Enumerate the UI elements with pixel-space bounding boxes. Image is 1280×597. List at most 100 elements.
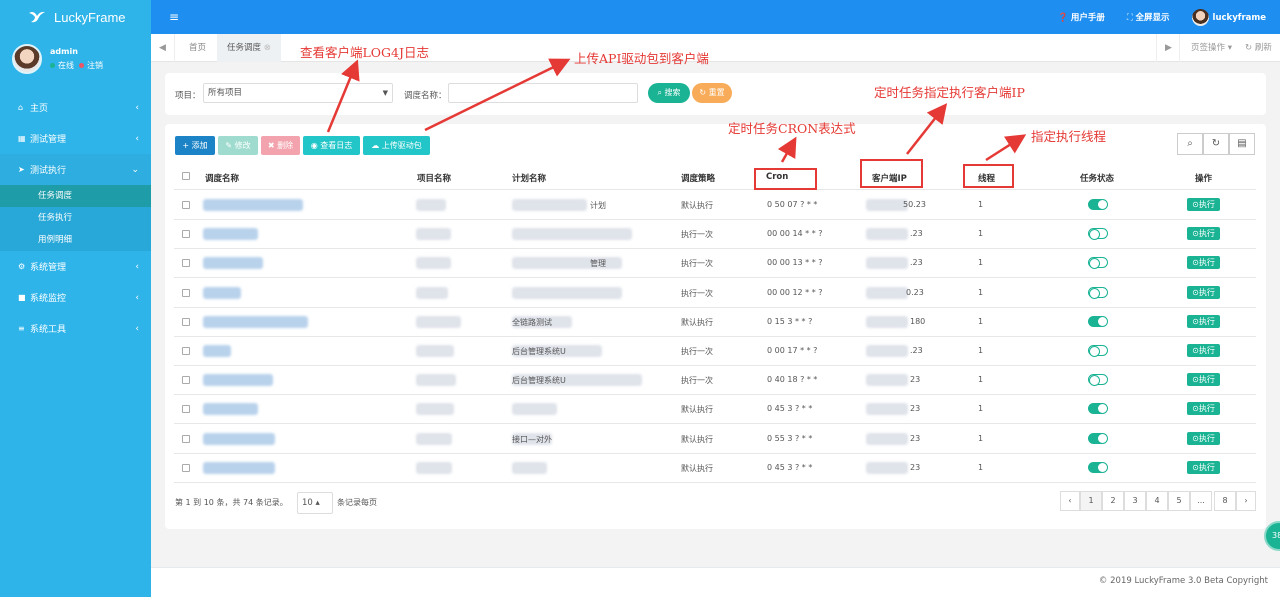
page-button[interactable]: 1 (1080, 491, 1102, 511)
row-checkbox[interactable] (182, 376, 190, 385)
menu-item-system-monitor[interactable]: ■ 系统监控 ‹ (0, 282, 151, 313)
submenu-item-task-execution[interactable]: 任务执行 (0, 207, 151, 229)
project-select[interactable]: 所有项目 ▼ (203, 83, 393, 103)
select-all-checkbox[interactable] (182, 172, 190, 180)
col-task-status[interactable]: 任务状态 (1080, 172, 1114, 184)
page-button[interactable]: 2 (1102, 491, 1124, 511)
col-plan-name[interactable]: 计划名称 (512, 172, 546, 184)
page-button[interactable]: ... (1190, 491, 1212, 511)
top-navbar: ≡ ❓ 用户手册 ⛶ 全屏显示 luckyframe (151, 0, 1280, 34)
execute-button[interactable]: ⊙执行 (1187, 198, 1220, 211)
col-project-name[interactable]: 项目名称 (417, 172, 451, 184)
fullscreen-button[interactable]: ⛶ 全屏显示 (1127, 11, 1170, 23)
page-button[interactable]: 8 (1214, 491, 1236, 511)
row-checkbox[interactable] (182, 405, 190, 414)
client-ip: 23 (910, 404, 921, 414)
page-button[interactable]: 4 (1146, 491, 1168, 511)
grid-icon: ▦ (18, 134, 26, 143)
page-ops-dropdown[interactable]: 页签操作 ▾ (1191, 34, 1232, 62)
row-checkbox[interactable] (182, 288, 190, 297)
col-action[interactable]: 操作 (1195, 172, 1212, 184)
strategy: 默认执行 (681, 317, 713, 327)
page-button[interactable]: 5 (1168, 491, 1190, 511)
execute-button[interactable]: ⊙执行 (1187, 460, 1220, 474)
online-status: 在线 (58, 61, 74, 70)
add-button[interactable]: + 添加 (175, 136, 215, 155)
client-ip: 23 (910, 462, 921, 472)
row-divider (174, 394, 1256, 396)
col-schedule-name[interactable]: 调度名称 (205, 172, 239, 184)
row-checkbox[interactable] (182, 317, 190, 326)
tab-task-schedule[interactable]: 任务调度 ⊗ (217, 34, 281, 62)
execute-button[interactable]: ⊙执行 (1187, 256, 1220, 270)
submenu-item-case-detail[interactable]: 用例明细 (0, 229, 151, 251)
delete-button[interactable]: ✖ 删除 (261, 136, 300, 155)
schedule-name-input[interactable] (448, 83, 638, 103)
execute-button[interactable]: ⊙执行 (1187, 373, 1220, 387)
hamburger-icon[interactable]: ≡ (169, 10, 179, 24)
row-checkbox[interactable] (182, 434, 190, 443)
col-strategy[interactable]: 调度策略 (681, 172, 715, 184)
client-ip: 0.23 (906, 287, 924, 297)
avatar[interactable] (12, 44, 42, 74)
task-status-toggle[interactable] (1088, 257, 1108, 270)
user-menu[interactable]: luckyframe (1191, 8, 1266, 26)
cron-expression: 0 45 3 ? * * (767, 462, 813, 472)
user-manual-link[interactable]: ❓ 用户手册 (1058, 11, 1105, 23)
client-ip: .23 (910, 229, 923, 239)
tab-scroll-right-icon[interactable]: ▶ (1156, 34, 1180, 62)
execute-button[interactable]: ⊙执行 (1187, 285, 1220, 299)
execute-button[interactable]: ⊙执行 (1187, 431, 1220, 445)
tab-scroll-left-icon[interactable]: ◀ (151, 34, 175, 62)
page-next-button[interactable]: › (1236, 491, 1256, 511)
threads: 1 (978, 200, 984, 209)
row-divider (174, 423, 1256, 425)
execute-button[interactable]: ⊙执行 (1187, 227, 1220, 241)
menu-item-home[interactable]: ⌂ 主页 ‹ (0, 92, 151, 123)
page-button[interactable]: 3 (1124, 491, 1146, 511)
row-checkbox[interactable] (182, 347, 190, 355)
view-log-button[interactable]: ◉ 查看日志 (303, 136, 360, 155)
upload-driver-button[interactable]: ☁ 上传驱动包 (363, 136, 430, 155)
notification-badge[interactable]: 38 (1264, 521, 1280, 551)
table-search-toggle-icon[interactable]: ⌕ (1177, 133, 1203, 155)
page-size-select[interactable]: 10 ▴ (297, 492, 333, 514)
execute-button[interactable]: ⊙执行 (1187, 344, 1220, 357)
task-status-toggle[interactable] (1088, 403, 1108, 415)
logout-link[interactable]: 注销 (87, 61, 103, 70)
task-status-toggle[interactable] (1088, 432, 1108, 444)
task-status-toggle[interactable] (1088, 461, 1108, 473)
task-status-toggle[interactable] (1088, 286, 1108, 299)
reset-button[interactable]: ↻ 重置 (692, 83, 732, 103)
cron-expression: 0 55 3 ? * * (767, 433, 813, 443)
client-ip-redacted (866, 257, 908, 270)
project-name-redacted (416, 315, 461, 328)
execute-button[interactable]: ⊙执行 (1187, 314, 1220, 328)
menu-item-system-tools[interactable]: ≡ 系统工具 ‹ (0, 313, 151, 344)
schedule-name-redacted (203, 257, 263, 270)
menu-item-test-management[interactable]: ▦ 测试管理 ‹ (0, 123, 151, 154)
search-button[interactable]: ⌕ 搜索 (648, 83, 690, 103)
app-logo[interactable]: LuckyFrame (0, 0, 151, 34)
menu-item-system-management[interactable]: ⚙ 系统管理 ‹ (0, 251, 151, 282)
task-status-toggle[interactable] (1088, 345, 1108, 357)
submenu-item-task-schedule[interactable]: 任务调度 (0, 185, 151, 207)
task-status-toggle[interactable] (1088, 228, 1108, 241)
tab-home[interactable]: 首页 (179, 34, 216, 62)
close-icon[interactable]: ⊗ (264, 43, 271, 53)
task-status-toggle[interactable] (1088, 199, 1108, 210)
page-prev-button[interactable]: ‹ (1060, 491, 1080, 511)
task-status-toggle[interactable] (1088, 374, 1108, 387)
refresh-tab-button[interactable]: ↻ 刷新 (1245, 34, 1272, 62)
row-checkbox[interactable] (182, 230, 190, 239)
row-checkbox[interactable] (182, 463, 190, 472)
row-checkbox[interactable] (182, 259, 190, 268)
column-toggle-icon[interactable]: ▤ (1229, 133, 1255, 155)
execute-button[interactable]: ⊙执行 (1187, 402, 1220, 416)
task-status-toggle[interactable] (1088, 315, 1108, 327)
row-checkbox[interactable] (182, 201, 190, 209)
table-refresh-icon[interactable]: ↻ (1203, 133, 1229, 155)
menu-item-test-execution[interactable]: ➤ 测试执行 ⌄ (0, 154, 151, 185)
edit-button[interactable]: ✎ 修改 (218, 136, 258, 155)
cron-expression: 0 45 3 ? * * (767, 404, 813, 414)
